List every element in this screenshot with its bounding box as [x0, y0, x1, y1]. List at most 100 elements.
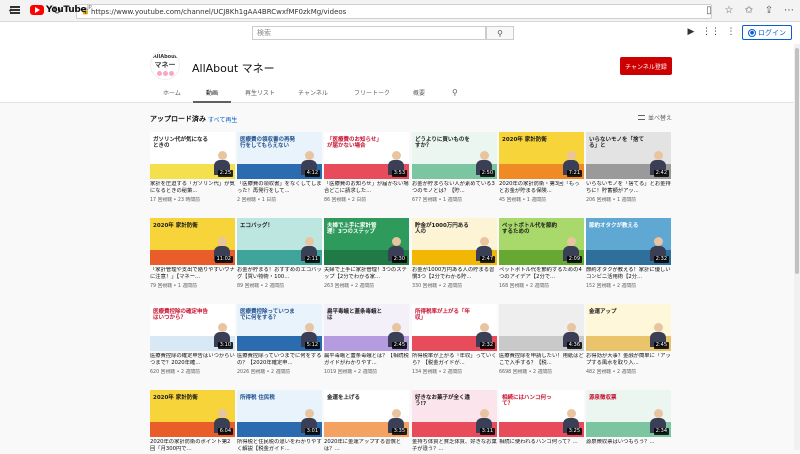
video-title[interactable]: 2020年の家計防衛・第3回「もっとお金が貯まる保険...: [499, 181, 584, 195]
video-title[interactable]: ペットボトル代を節約するための4つのアイデア【2分で...: [499, 267, 584, 281]
favorites-bar-icon[interactable]: ✩: [742, 3, 756, 17]
channel-avatar[interactable]: AllAbout マネー: [150, 50, 180, 80]
video-card[interactable]: 節約オタクが教える 2:32 節約オタクが教える！家計に優しいコンビニ活用術【2分.…: [586, 218, 671, 289]
video-thumbnail[interactable]: 医療費控除の確定申告はいつから？ 3:10: [150, 304, 235, 351]
video-title[interactable]: いらないモノを「捨てる」とお金持ちに！貯蓄額がアッ...: [586, 181, 671, 195]
video-thumbnail[interactable]: 4:36: [499, 304, 584, 351]
video-title[interactable]: お金が1000万円ある人の貯まる習慣3つ【2分でわかる貯...: [412, 267, 497, 281]
address-bar[interactable]: 🔒 https://www.youtube.com/channel/UCJ8Kh…: [76, 4, 712, 19]
video-title[interactable]: 医療費控除っていつまでに何をするの？【2020年確定申...: [237, 353, 322, 367]
video-thumbnail[interactable]: どうよりに買いものをすか？ 2:50: [412, 132, 497, 179]
video-title[interactable]: 所得税率が上がる「年収」っていくら？【税金ガイドが...: [412, 353, 497, 367]
video-card[interactable]: 扁平毒蛾と蓋条毒蛾とは 2:45 扁平毒蛾と蓋条毒蛾とは？【相続税ガイドがわかりやす…: [324, 304, 409, 375]
video-title[interactable]: 医療費控除の確定申告はいつからいつまで？2020年確...: [150, 353, 235, 367]
video-card[interactable]: 夫婦で上手に家計管理！3つのステップ 2:30 夫婦で上手に家計管理！3つのステップ…: [324, 218, 409, 289]
video-card[interactable]: 貯金が1000万円ある人の 2:47 お金が1000万円ある人の貯まる習慣3つ【2分…: [412, 218, 497, 289]
video-thumbnail[interactable]: 医療費控除っていつまでに何をする？ 5:12: [237, 304, 322, 351]
video-thumbnail[interactable]: エコバッグ！ 2:11: [237, 218, 322, 265]
video-card[interactable]: どうよりに買いものをすか？ 2:50 お金が貯まらない人が素めている3つのモノとは？…: [412, 132, 497, 203]
tab-home[interactable]: ホーム: [163, 88, 181, 97]
video-title[interactable]: 医療費控除を申請したい！用紙はどこで入手する？【税...: [499, 353, 584, 367]
video-duration: 2:11: [304, 256, 320, 263]
video-card[interactable]: 所得税率が上がる「年収」 2:32 所得税率が上がる「年収」っていくら？【税金ガイド…: [412, 304, 497, 375]
share-icon[interactable]: ⇪: [762, 3, 776, 17]
sort-button[interactable]: 並べ替え: [638, 113, 672, 122]
video-card[interactable]: 好きなお菓子が全く違う!? 3:11 金持ち体質と貧乏体質、好きなお菓子が違う？..…: [412, 390, 497, 454]
reading-view-icon[interactable]: ▯: [702, 3, 716, 17]
video-thumbnail[interactable]: 貯金が1000万円ある人の 2:47: [412, 218, 497, 265]
more-icon[interactable]: ⋯: [782, 3, 796, 17]
video-thumbnail[interactable]: 金運を上げる 3:35: [324, 390, 409, 437]
video-card[interactable]: ガソリン代が気になるときの 2:25 家計を圧迫する「ガソリン代」が気になるときの秘…: [150, 132, 235, 203]
video-card[interactable]: エコバッグ！ 2:11 お金が貯まる！おすすめのエコバッグ【買い物術・100... 8…: [237, 218, 322, 289]
video-title[interactable]: 節約オタクが教える！家計に優しいコンビニ活用術【2分...: [586, 267, 671, 281]
apps-grid-icon[interactable]: ⋮⋮: [702, 26, 720, 38]
tab-videos[interactable]: 動画: [206, 88, 218, 97]
video-thumbnail[interactable]: 相続にはハンコ何って？ 3:25: [499, 390, 584, 437]
video-thumbnail[interactable]: ペットボトル代を節約するための 2:09: [499, 218, 584, 265]
video-card[interactable]: 金運アップ 2:45 お得効が大事？金融が簡単に「アップする風水を取り入... 482…: [586, 304, 671, 375]
video-duration: 3:53: [391, 170, 407, 177]
video-title[interactable]: お金が貯まる！おすすめのエコバッグ【買い物術・100...: [237, 267, 322, 281]
video-title[interactable]: 金持ち体質と貧乏体質、好きなお菓子が違う？...: [412, 439, 497, 453]
video-thumbnail[interactable]: ガソリン代が気になるときの 2:25: [150, 132, 235, 179]
video-card[interactable]: 医療費控除っていつまでに何をする？ 5:12 医療費控除っていつまでに何をするの？【…: [237, 304, 322, 375]
menu-icon[interactable]: [10, 6, 20, 14]
video-thumbnail[interactable]: 所得税率が上がる「年収」 2:32: [412, 304, 497, 351]
tab-freetalk[interactable]: フリートーク: [354, 88, 390, 97]
video-thumbnail[interactable]: いらないモノを「捨てる」と 2:42: [586, 132, 671, 179]
video-title[interactable]: 家計を圧迫する「ガソリン代」が気になるときの秘策...: [150, 181, 235, 195]
video-title[interactable]: 所得税と住民税の違いをわかりやすく解説【税金ガイド...: [237, 439, 322, 453]
tab-about[interactable]: 概要: [413, 88, 425, 97]
video-title[interactable]: 「医療費のお知らせ」が届かない場合どこに請求した...: [324, 181, 409, 195]
video-title[interactable]: お得効が大事？金融が簡単に「アップする風水を取り入...: [586, 353, 671, 367]
tab-channels[interactable]: チャンネル: [298, 88, 328, 97]
video-title[interactable]: 源泉徴収票はいつもらう？...: [586, 439, 671, 453]
video-card[interactable]: 2020年 家計防衛 11:02 「家計管理や支出で陥りやすいワナに注意！」【マネー…: [150, 218, 235, 289]
video-thumbnail[interactable]: 扁平毒蛾と蓋条毒蛾とは 2:45: [324, 304, 409, 351]
video-title[interactable]: 扁平毒蛾と蓋条毒蛾とは？【相続税ガイドがわかりやす...: [324, 353, 409, 367]
video-card[interactable]: 2020年 家計防衛 7:21 2020年の家計防衛・第3回「もっとお金が貯まる保険…: [499, 132, 584, 203]
video-thumbnail[interactable]: 源泉徴収票 2:34: [586, 390, 671, 437]
video-card[interactable]: 2020年 家計防衛 6:04 2020年の家計防衛のポイント第2回「月300円で.…: [150, 390, 235, 454]
video-card[interactable]: ペットボトル代を節約するための 2:09 ペットボトル代を節約するための4つのアイデ…: [499, 218, 584, 289]
video-thumbnail[interactable]: 夫婦で上手に家計管理！3つのステップ 2:30: [324, 218, 409, 265]
create-video-icon[interactable]: ▶: [686, 26, 696, 38]
video-card[interactable]: 相続にはハンコ何って？ 3:25 相続に使われるハンコ何って？...: [499, 390, 584, 454]
search-button[interactable]: ⚲: [486, 26, 514, 40]
search-input[interactable]: 検索: [252, 26, 486, 40]
video-title[interactable]: 夫婦で上手に家計管理！3つのステップ【2分でわかる家...: [324, 267, 409, 281]
video-thumbnail[interactable]: 2020年 家計防衛 6:04: [150, 390, 235, 437]
video-card[interactable]: 所得税 住民税 3:01 所得税と住民税の違いをわかりやすく解説【税金ガイド...: [237, 390, 322, 454]
video-title[interactable]: 2020年に金運アップする習慣とは？...: [324, 439, 409, 453]
favorite-icon[interactable]: ☆: [722, 3, 736, 17]
video-title[interactable]: 「家計管理や支出で陥りやすいワナに注意！」【マネー...: [150, 267, 235, 281]
settings-dots-icon[interactable]: ⋮: [726, 26, 736, 38]
video-thumbnail[interactable]: 2020年 家計防衛 11:02: [150, 218, 235, 265]
play-all-link[interactable]: すべて再生: [208, 115, 237, 124]
video-card[interactable]: 金運を上げる 3:35 2020年に金運アップする習慣とは？...: [324, 390, 409, 454]
youtube-logo[interactable]: YouTube JP: [30, 5, 92, 15]
video-title[interactable]: 「医療費の領収書」をなくしてしまった！再発行をして...: [237, 181, 322, 195]
video-thumbnail[interactable]: 好きなお菓子が全く違う!? 3:11: [412, 390, 497, 437]
video-thumbnail[interactable]: 「医療費のお知らせ」が届かない場合 3:53: [324, 132, 409, 179]
video-card[interactable]: 医療費控除の確定申告はいつから？ 3:10 医療費控除の確定申告はいつからいつまで？…: [150, 304, 235, 375]
scrollbar-thumb[interactable]: [795, 48, 799, 274]
video-thumbnail[interactable]: 所得税 住民税 3:01: [237, 390, 322, 437]
subscribe-button[interactable]: チャンネル登録: [620, 57, 672, 75]
video-thumbnail[interactable]: 医療費の領収書の再発行をしてもらえない 4:12: [237, 132, 322, 179]
channel-search-icon[interactable]: ⚲: [452, 88, 458, 97]
login-button[interactable]: ● ログイン: [742, 25, 792, 40]
video-title[interactable]: お金が貯まらない人が素めている3つのモノとは？【貯...: [412, 181, 497, 195]
video-title[interactable]: 相続に使われるハンコ何って？...: [499, 439, 584, 453]
video-title[interactable]: 2020年の家計防衛のポイント第2回「月300円で...: [150, 439, 235, 453]
video-card[interactable]: いらないモノを「捨てる」と 2:42 いらないモノを「捨てる」とお金持ちに！貯蓄額が…: [586, 132, 671, 203]
video-card[interactable]: 医療費の領収書の再発行をしてもらえない 4:12 「医療費の領収書」をなくしてしまっ…: [237, 132, 322, 203]
video-thumbnail[interactable]: 金運アップ 2:45: [586, 304, 671, 351]
video-card[interactable]: 源泉徴収票 2:34 源泉徴収票はいつもらう？...: [586, 390, 671, 454]
tab-playlists[interactable]: 再生リスト: [245, 88, 275, 97]
video-thumbnail[interactable]: 2020年 家計防衛 7:21: [499, 132, 584, 179]
video-card[interactable]: 4:36 医療費控除を申請したい！用紙はどこで入手する？【税... 6698 回視聴…: [499, 304, 584, 375]
video-card[interactable]: 「医療費のお知らせ」が届かない場合 3:53 「医療費のお知らせ」が届かない場合どこ…: [324, 132, 409, 203]
video-thumbnail[interactable]: 節約オタクが教える 2:32: [586, 218, 671, 265]
